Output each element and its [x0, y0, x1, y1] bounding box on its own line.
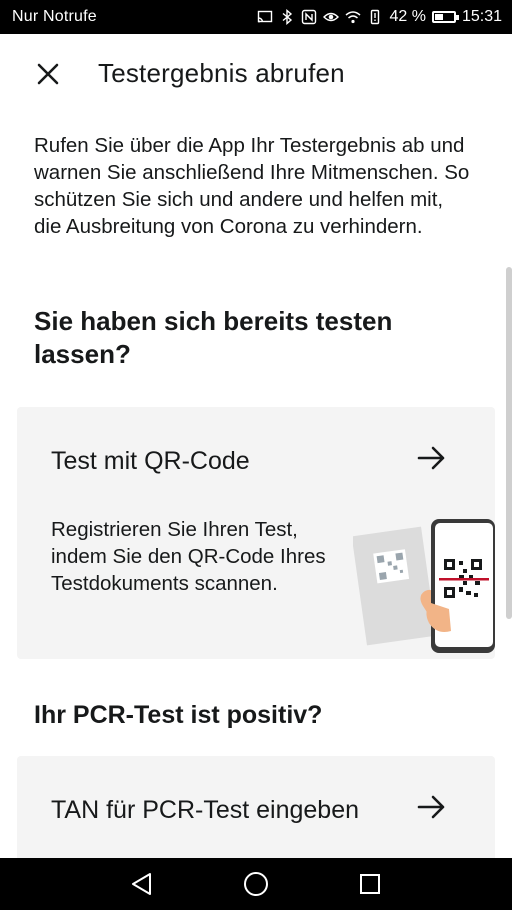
nfc-icon: [302, 9, 317, 25]
recents-icon: [360, 874, 380, 894]
qr-scan-illustration: [353, 519, 495, 653]
section-heading-tested: Sie haben sich bereits testen lassen?: [34, 306, 393, 369]
bluetooth-icon: [283, 9, 293, 25]
clock: 15:31: [461, 8, 502, 25]
eye-icon: [323, 12, 340, 22]
app-header: Testergebnis abrufen: [0, 34, 512, 116]
wifi-icon: [345, 11, 361, 24]
card-description: Registrieren Sie Ihren Test, indem Sie d…: [51, 518, 326, 595]
carrier-label: Nur Notrufe: [12, 8, 97, 25]
qr-code-test-card[interactable]: Test mit QR-Code Registrieren Sie Ihren …: [17, 407, 495, 659]
home-button[interactable]: [238, 866, 274, 902]
status-bar: Nur Notrufe 42 % 15:31: [0, 0, 512, 34]
arrow-right-icon: [417, 795, 445, 819]
main-content: Rufen Sie über die App Ihr Testergebnis …: [0, 116, 512, 858]
battery-percent: 42 %: [389, 8, 426, 25]
pcr-tan-card[interactable]: TAN für PCR-Test eingeben: [17, 756, 495, 858]
recents-button[interactable]: [352, 866, 388, 902]
scrollbar[interactable]: [506, 267, 512, 619]
battery-icon: [431, 11, 459, 23]
system-nav-bar: [0, 858, 512, 910]
home-icon: [244, 872, 268, 896]
intro-text: Rufen Sie über die App Ihr Testergebnis …: [34, 134, 470, 238]
vibrate-icon: [371, 9, 380, 25]
close-icon: [37, 63, 59, 85]
status-icons: 42 % 15:31: [257, 8, 502, 26]
section-heading-pcr-positive: Ihr PCR-Test ist positiv?: [34, 701, 323, 729]
back-button[interactable]: [124, 866, 160, 902]
back-icon: [132, 873, 151, 895]
card-title: TAN für PCR-Test eingeben: [51, 796, 359, 824]
close-button[interactable]: [30, 56, 66, 92]
card-title: Test mit QR-Code: [51, 447, 250, 475]
page-title: Testergebnis abrufen: [98, 58, 345, 88]
cast-icon: [258, 10, 273, 23]
arrow-right-icon: [417, 446, 445, 470]
